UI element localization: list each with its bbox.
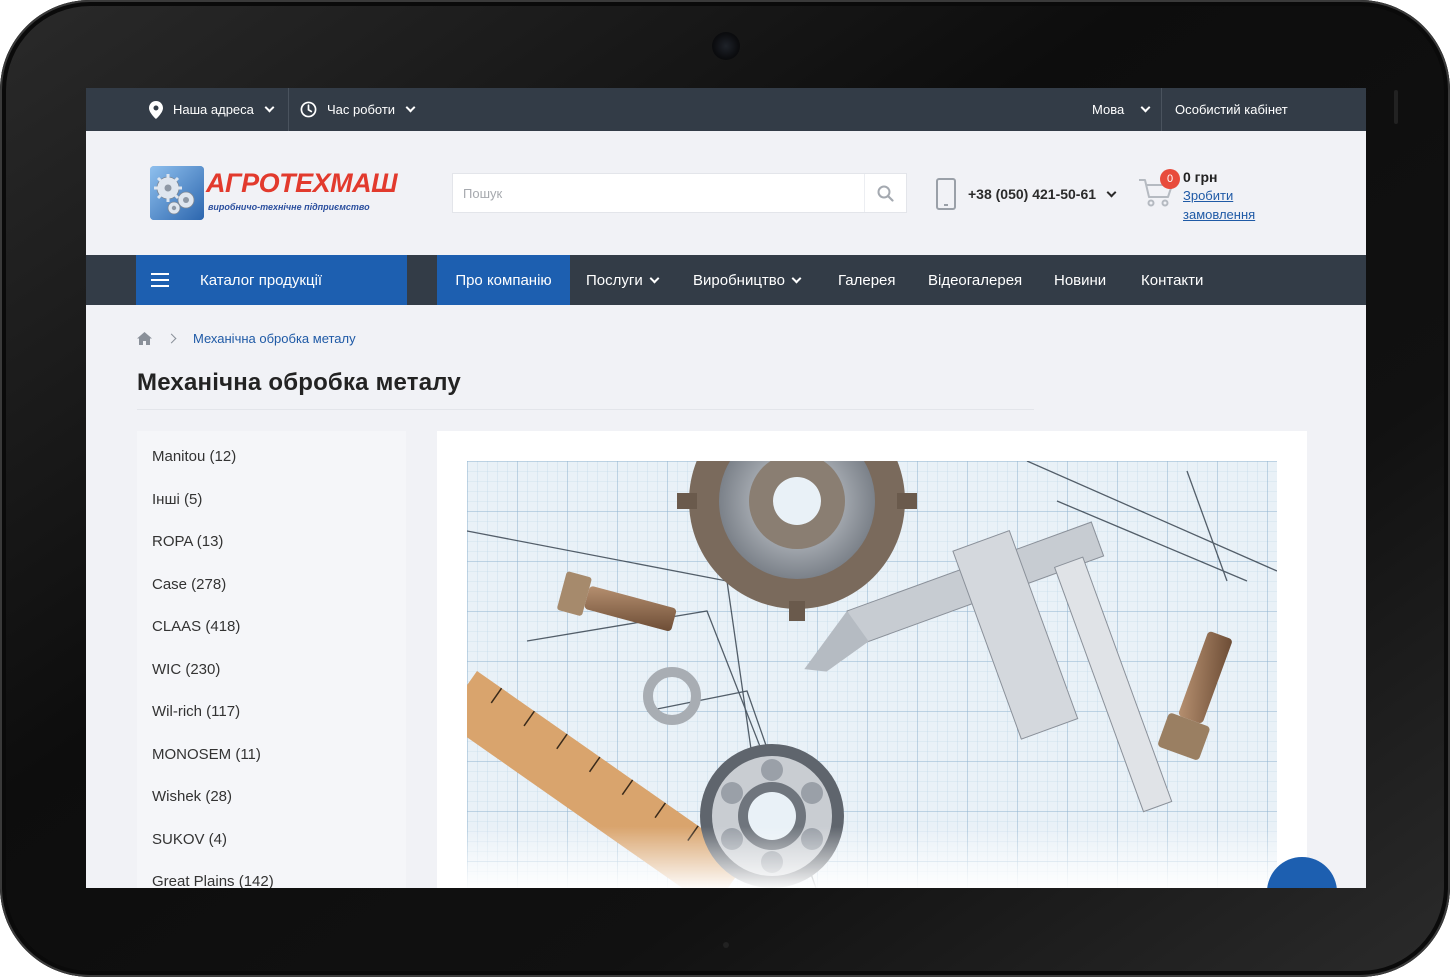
hamburger-menu-icon [151, 273, 169, 287]
sidebar-item[interactable]: ROPA (13) [152, 533, 223, 550]
cart-total: 0 грн [1183, 169, 1218, 185]
site-header: АГРОТЕХМАШ виробничо-технічне підприємст… [86, 131, 1366, 255]
chevron-down-icon [264, 102, 275, 113]
logo-subtitle: виробничо-технічне підприємство [208, 202, 370, 212]
divider [1161, 88, 1162, 131]
search-button[interactable] [864, 174, 906, 212]
sidebar-item[interactable]: SUKOV (4) [152, 831, 227, 848]
sidebar-item[interactable]: Інші (5) [152, 491, 202, 508]
nav-contacts[interactable]: Контакти [1141, 255, 1203, 305]
phone-icon [936, 178, 956, 210]
logo-text: АГРОТЕХМАШ [206, 168, 398, 198]
breadcrumb-current[interactable]: Механічна обробка металу [193, 331, 356, 346]
catalog-button[interactable]: Каталог продукції [136, 255, 407, 305]
hours-dropdown[interactable]: Час роботи [300, 88, 416, 131]
chevron-down-icon [1140, 102, 1151, 113]
phone-number: +38 (050) 421-50-61 [968, 186, 1097, 202]
nav-gallery[interactable]: Галерея [838, 255, 896, 305]
phone-dropdown[interactable]: +38 (050) 421-50-61 [936, 178, 1117, 210]
sidebar-item[interactable]: CLAAS (418) [152, 618, 240, 635]
checkout-link[interactable]: Зробити замовлення [1183, 186, 1283, 224]
nav-label: Виробництво [693, 271, 785, 289]
nav-services[interactable]: Послуги [586, 255, 660, 305]
hours-label: Час роботи [327, 102, 396, 117]
logo[interactable]: АГРОТЕХМАШ виробничо-технічне підприємст… [150, 166, 398, 220]
sidebar-item[interactable]: MONOSEM (11) [152, 746, 261, 763]
chevron-down-icon [649, 273, 660, 283]
nav-video-gallery[interactable]: Відеогалерея [928, 255, 1022, 305]
nav-label: Відеогалерея [928, 271, 1023, 289]
language-dropdown[interactable]: Мова [1092, 88, 1151, 131]
language-label: Мова [1092, 102, 1125, 117]
search-box [452, 173, 907, 213]
chevron-down-icon [405, 102, 416, 113]
chevron-down-icon [791, 273, 802, 283]
sidebar-item[interactable]: Great Plains (142) [152, 873, 274, 888]
side-button [1394, 90, 1398, 124]
sidebar-item[interactable]: Wishek (28) [152, 788, 232, 805]
machining-image [467, 461, 1277, 888]
page-title: Механічна обробка металу [137, 369, 461, 396]
home-icon[interactable] [137, 331, 152, 345]
search-icon [877, 185, 894, 202]
location-pin-icon [149, 100, 163, 119]
sidebar-item[interactable]: Case (278) [152, 576, 226, 593]
chevron-down-icon [1106, 187, 1117, 197]
address-dropdown[interactable]: Наша адреса [149, 88, 275, 131]
nav-label: Про компанію [455, 271, 552, 289]
account-link[interactable]: Особистий кабінет [1175, 88, 1288, 131]
sidebar-item[interactable]: Manitou (12) [152, 448, 236, 465]
content-panel [437, 431, 1307, 888]
divider [288, 88, 289, 131]
search-input[interactable] [453, 174, 865, 212]
catalog-label: Каталог продукції [200, 271, 323, 289]
cart[interactable]: 0 0 грн Зробити замовлення [1138, 169, 1298, 229]
breadcrumb: Механічна обробка металу [137, 328, 356, 348]
nav-news[interactable]: Новини [1054, 255, 1106, 305]
chevron-right-icon [166, 333, 177, 343]
gears-logo-icon [150, 166, 204, 220]
category-sidebar: Manitou (12) Інші (5) ROPA (13) Case (27… [137, 431, 406, 888]
nav-production[interactable]: Виробництво [693, 255, 802, 305]
camera-icon [712, 32, 740, 60]
nav-label: Новини [1054, 271, 1107, 289]
nav-label: Послуги [586, 271, 643, 289]
sidebar-item[interactable]: Wil-rich (117) [152, 703, 240, 720]
main-nav: Каталог продукції Про компанію Послуги В… [86, 255, 1366, 305]
clock-icon [300, 101, 317, 118]
top-bar: Наша адреса Час роботи Мова Особистий ка… [86, 88, 1366, 131]
nav-label: Галерея [838, 271, 896, 289]
sidebar-item[interactable]: WIC (230) [152, 661, 220, 678]
home-sensor [723, 942, 729, 948]
address-label: Наша адреса [173, 102, 254, 117]
browser-viewport: Наша адреса Час роботи Мова Особистий ка… [86, 88, 1366, 888]
cart-count-badge: 0 [1160, 169, 1180, 189]
divider [137, 409, 1034, 410]
nav-about[interactable]: Про компанію [437, 255, 570, 305]
nav-label: Контакти [1141, 271, 1204, 289]
account-label: Особистий кабінет [1175, 102, 1288, 117]
